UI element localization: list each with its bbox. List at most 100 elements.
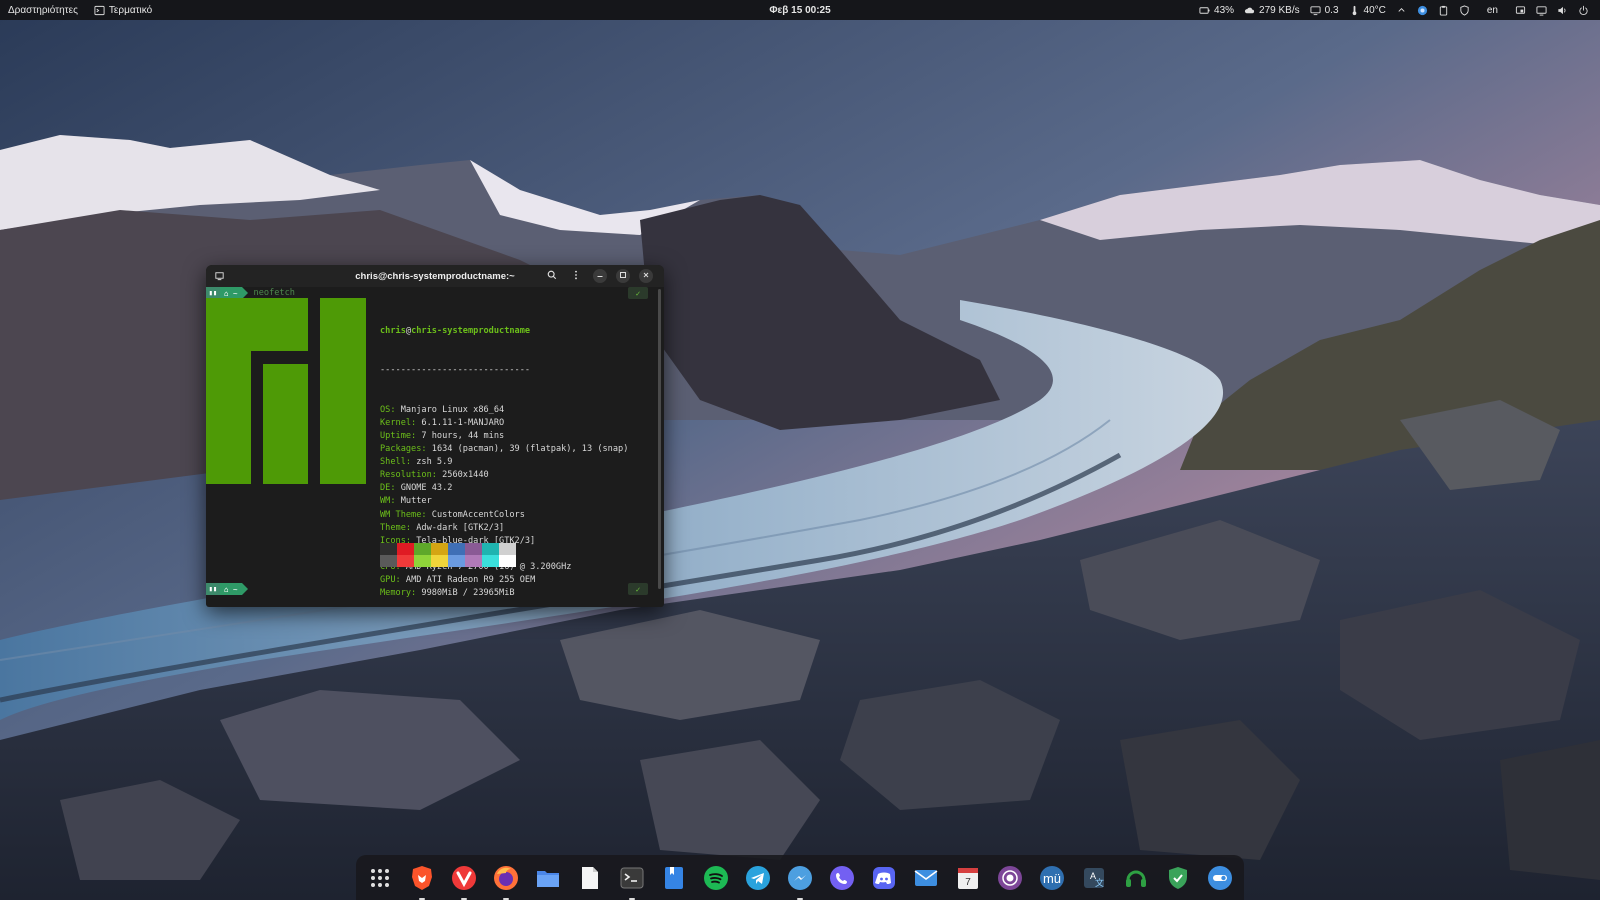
terminal-headerbar[interactable]: chris@chris-systemproductname:~	[206, 265, 664, 287]
shield-icon	[1459, 4, 1470, 16]
dock-item-text-editor[interactable]	[572, 860, 608, 896]
info-line: Memory: 9980MiB / 23965MiB	[380, 587, 628, 600]
running-indicator	[797, 897, 804, 900]
dock-item-translator[interactable]: A文	[1077, 860, 1113, 896]
messenger-icon	[788, 865, 813, 890]
dock-item-terminal[interactable]	[614, 860, 650, 900]
dock-item-notes[interactable]	[656, 860, 692, 896]
close-icon	[642, 271, 650, 281]
tray-item-shield[interactable]	[1454, 0, 1475, 20]
brave-icon	[411, 865, 432, 890]
load-indicator[interactable]: 0.3	[1305, 0, 1344, 20]
shield-app-icon	[1169, 866, 1188, 889]
info-colon: :	[405, 457, 417, 468]
activities-button[interactable]: Δραστηριότητες	[0, 0, 86, 20]
info-value: GNOME 43.2	[400, 483, 453, 494]
scrollbar[interactable]	[658, 289, 661, 589]
terminal-content[interactable]: ▮▮ ⌂ ~ neofetch ✓ chris@chris-systemprod…	[206, 287, 664, 607]
dock-item-app-grid[interactable]	[362, 860, 398, 896]
menu-button[interactable]	[569, 269, 583, 283]
info-line: Resolution: 2560x1440	[380, 469, 628, 482]
keyboard-layout[interactable]: en	[1475, 0, 1510, 20]
blue-circle-icon	[1417, 5, 1428, 16]
info-value: zsh 5.9	[416, 457, 453, 468]
dock-item-calendar[interactable]: 7	[950, 860, 986, 896]
prompt-line-2: ▮▮ ⌂ ~	[206, 583, 248, 595]
power-icon	[1578, 5, 1589, 16]
screen-icon	[1515, 5, 1526, 16]
temperature-value: 40°C	[1363, 4, 1386, 16]
info-line: Packages: 1634 (pacman), 39 (flatpak), 1…	[380, 443, 628, 456]
color-swatch	[499, 543, 516, 555]
dock-item-telegram[interactable]	[740, 860, 776, 896]
clipboard-icon	[1438, 5, 1449, 16]
user-name: chris	[380, 326, 406, 337]
status-check: ✓	[628, 583, 648, 595]
dock-item-files[interactable]	[530, 860, 566, 896]
dock-item-mu-app[interactable]: mü	[1035, 860, 1071, 896]
svg-text:mü: mü	[1043, 871, 1061, 886]
info-key: Uptime	[380, 430, 412, 441]
info-line: Theme: Adw-dark [GTK2/3]	[380, 522, 628, 535]
dock-item-mail[interactable]	[908, 860, 944, 896]
battery-indicator[interactable]: 43%	[1194, 0, 1239, 20]
info-value: Adw-dark [GTK2/3]	[416, 522, 505, 533]
info-line: WM: Mutter	[380, 495, 628, 508]
dock-item-shield-app[interactable]	[1161, 860, 1197, 896]
color-swatch	[431, 555, 448, 567]
network-value: 279 KB/s	[1259, 4, 1300, 16]
dock-item-toggle-app[interactable]	[1203, 860, 1239, 896]
kebab-menu-icon	[571, 270, 581, 282]
dock-item-headset[interactable]	[1119, 860, 1155, 896]
temperature-indicator[interactable]: 40°C	[1344, 0, 1391, 20]
color-swatch	[397, 543, 414, 555]
prompt-arrow	[241, 583, 248, 595]
terminal-window[interactable]: chris@chris-systemproductname:~ ▮▮ ⌂ ~ n…	[206, 265, 664, 607]
viber-icon	[830, 865, 855, 890]
info-key: WM	[380, 496, 391, 507]
minimize-button[interactable]	[593, 269, 607, 283]
tray-item-blue[interactable]	[1412, 0, 1433, 20]
tray-item-display[interactable]	[1531, 0, 1552, 20]
dock-item-tor-browser[interactable]	[992, 860, 1028, 896]
color-swatch	[414, 543, 431, 555]
close-button[interactable]	[639, 269, 653, 283]
info-colon: :	[411, 588, 422, 599]
clock[interactable]: Φεβ 15 00:25	[761, 0, 838, 20]
info-colon: :	[421, 509, 432, 520]
color-swatch	[448, 543, 465, 555]
info-line: DE: GNOME 43.2	[380, 482, 628, 495]
top-bar: Δραστηριότητες Τερματικό Φεβ 15 00:25 43…	[0, 0, 1600, 20]
volume-indicator[interactable]	[1552, 0, 1573, 20]
dock-item-messenger[interactable]	[782, 860, 818, 900]
app-menu-button[interactable]: Τερματικό	[86, 0, 160, 20]
power-menu[interactable]	[1573, 0, 1594, 20]
color-swatch	[465, 555, 482, 567]
tray-item-clipboard[interactable]	[1433, 0, 1454, 20]
tray-item-screen[interactable]	[1510, 0, 1531, 20]
search-button[interactable]	[545, 269, 559, 283]
running-indicator	[419, 897, 426, 900]
info-colon: :	[411, 417, 422, 428]
info-key: DE	[380, 483, 391, 494]
maximize-button[interactable]	[616, 269, 630, 283]
dock-item-vivaldi[interactable]	[446, 860, 482, 900]
battery-value: 43%	[1214, 4, 1235, 16]
info-line: OS: Manjaro Linux x86_64	[380, 404, 628, 417]
info-key: GPU	[380, 574, 396, 585]
network-indicator[interactable]: 279 KB/s	[1239, 0, 1305, 20]
dock-item-brave[interactable]	[404, 860, 440, 900]
info-key: OS	[380, 404, 391, 415]
thermometer-icon	[1349, 5, 1360, 16]
discord-icon	[873, 866, 896, 889]
dock-item-discord[interactable]	[866, 860, 902, 896]
info-colon: :	[390, 404, 401, 415]
mail-icon	[914, 869, 938, 886]
dock-item-spotify[interactable]	[698, 860, 734, 896]
status-check: ✓	[628, 287, 648, 299]
tray-item-arrow[interactable]	[1391, 0, 1412, 20]
host-name: chris-systemproductname	[411, 326, 531, 337]
dock-item-firefox[interactable]	[488, 860, 524, 900]
dock-item-viber[interactable]	[824, 860, 860, 896]
search-icon	[547, 270, 557, 282]
